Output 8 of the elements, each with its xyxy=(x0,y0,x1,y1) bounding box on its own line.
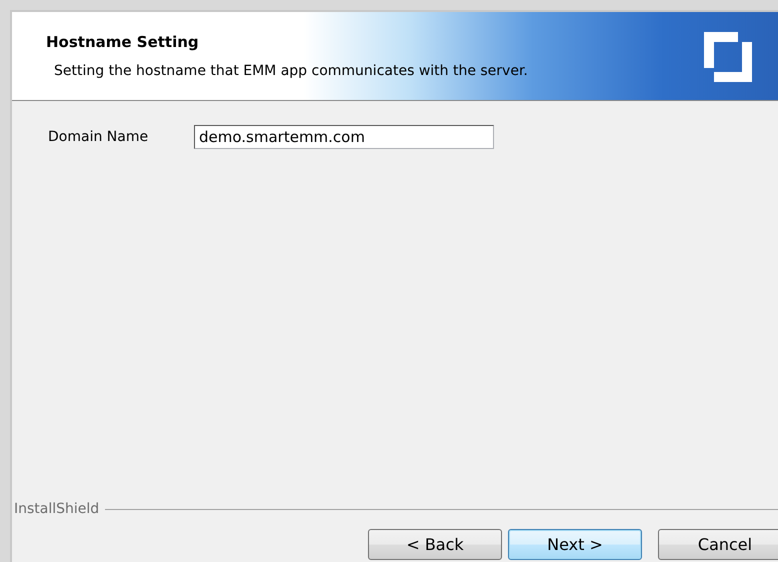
wizard-button[interactable]: Next > xyxy=(508,529,642,560)
page-subtitle: Setting the hostname that EMM app communicates with the server. xyxy=(53,63,529,79)
field-label: Domain Name xyxy=(48,129,150,145)
domain-name-field[interactable]: demo.smartemm.com xyxy=(194,125,494,149)
page-title: Hostname Setting xyxy=(46,33,200,51)
wizard-button[interactable]: Cancel xyxy=(658,529,778,560)
wizard-button[interactable]: < Back xyxy=(368,529,502,560)
installer-brand: InstallShield xyxy=(14,501,100,517)
